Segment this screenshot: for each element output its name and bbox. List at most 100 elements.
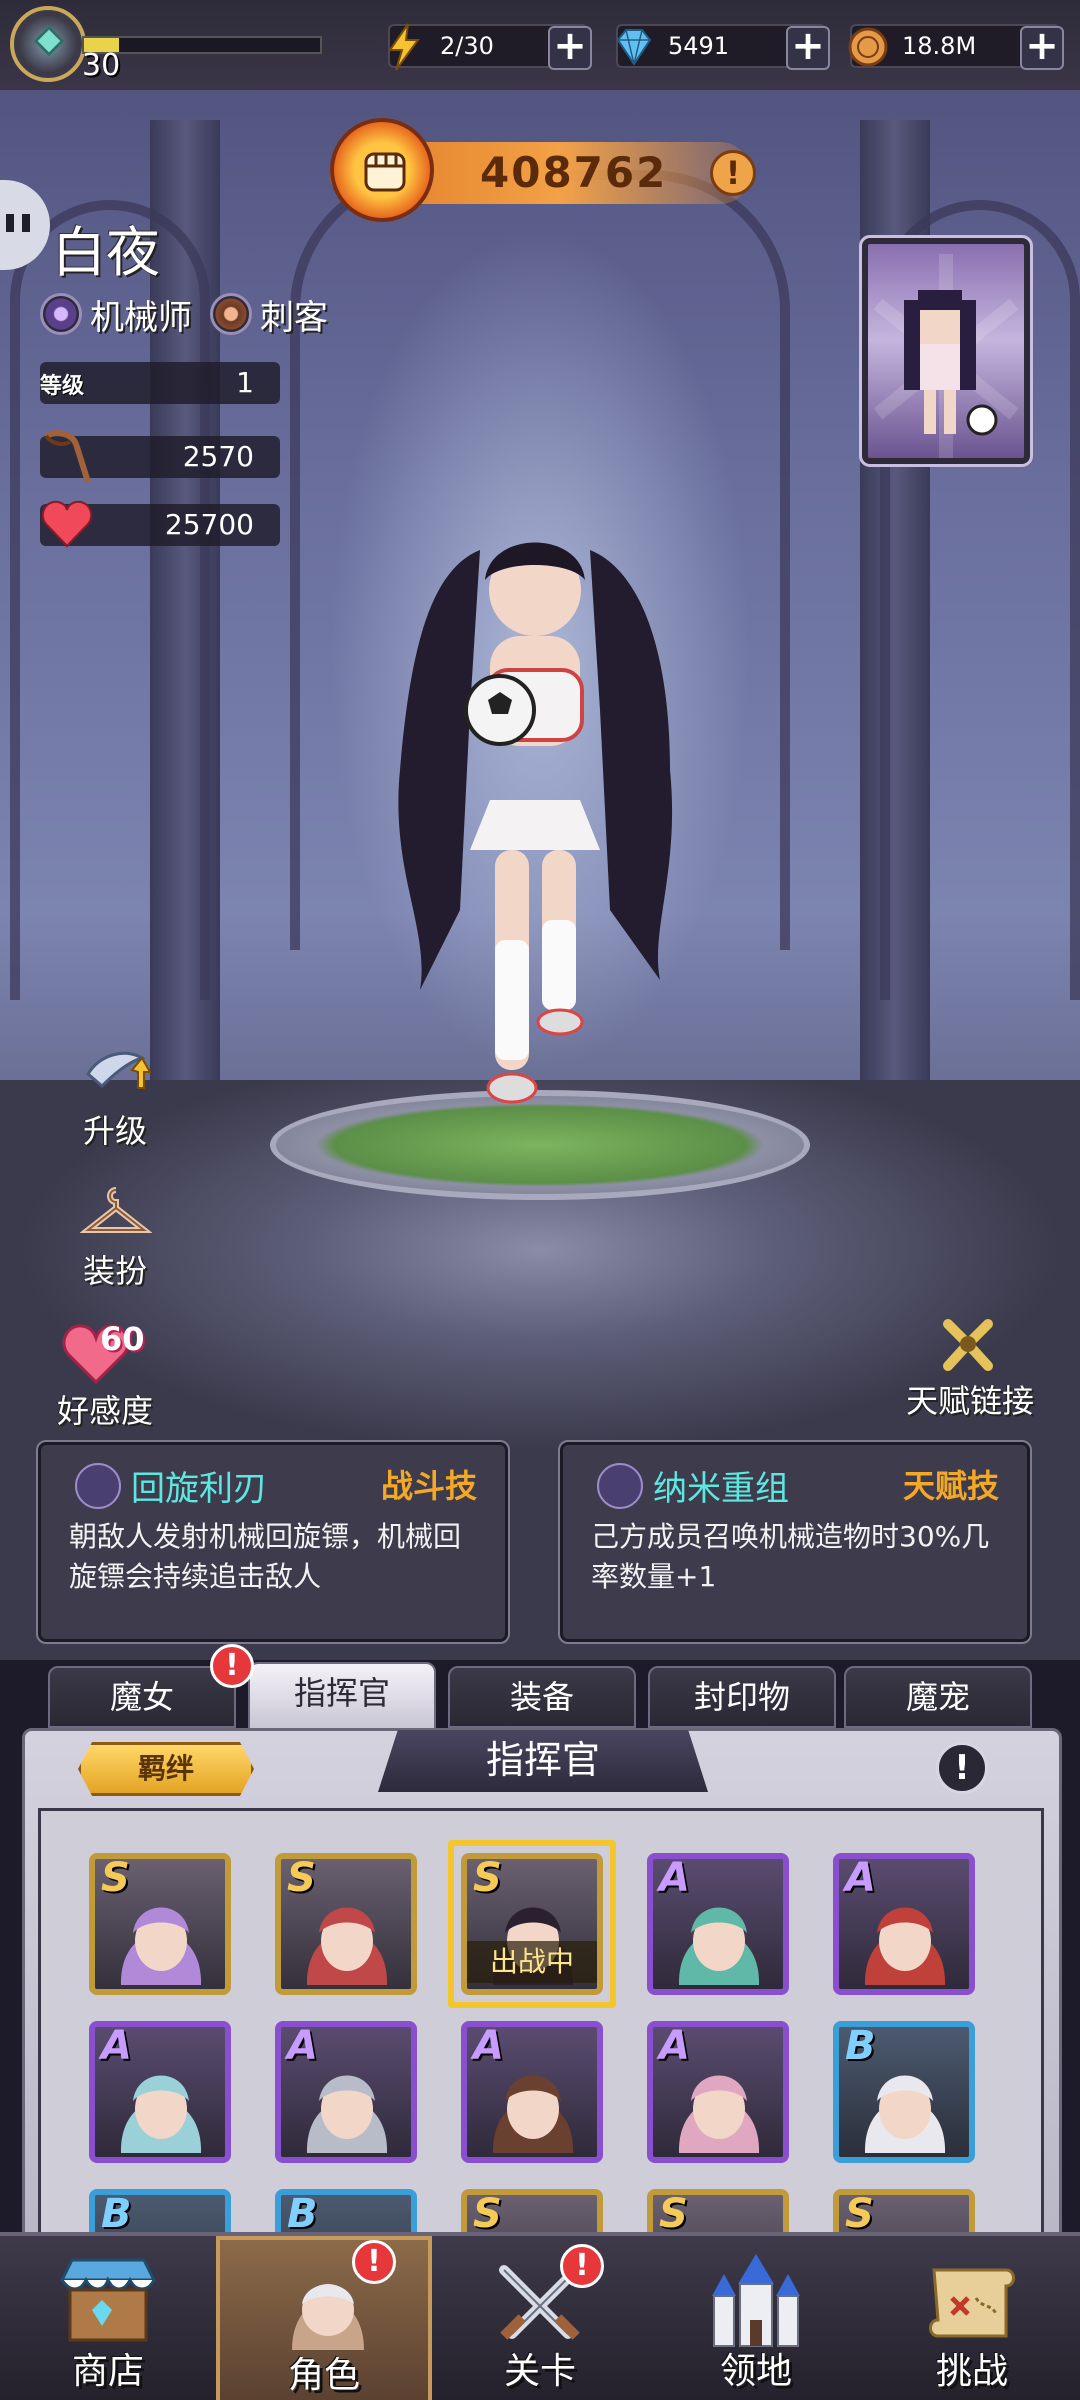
tab-pets[interactable]: 魔宠: [844, 1666, 1032, 1728]
upgrade-label: 升级: [82, 1112, 147, 1150]
hp-value: 25700: [164, 508, 254, 541]
commander-rank: A: [287, 2023, 318, 2069]
heart-icon: [41, 500, 93, 548]
gold-counter: 18.8M +: [848, 24, 1064, 70]
character-art[interactable]: [370, 510, 700, 1150]
commander-rank: A: [101, 2023, 132, 2069]
energy-counter: 2/30 +: [388, 23, 592, 71]
skill-type: 天赋技: [902, 1467, 999, 1505]
energy-value: 2/30: [440, 32, 494, 60]
upgrade-button[interactable]: 升级: [50, 1040, 180, 1160]
add-gems-button[interactable]: +: [786, 26, 830, 70]
category-tabs: 魔女 指挥官 装备 封印物 魔宠: [48, 1662, 1038, 1730]
commander-card[interactable]: A: [461, 2021, 603, 2163]
tab-equipment[interactable]: 装备: [448, 1666, 636, 1728]
add-gold-button[interactable]: +: [1020, 26, 1064, 70]
nav-shop-label: 商店: [71, 2351, 144, 2392]
bottom-navigation: 商店 角色 关卡 领地 挑战: [0, 2232, 1080, 2400]
nav-stages-label: 关卡: [503, 2351, 576, 2392]
dress-button[interactable]: 装扮: [50, 1180, 180, 1300]
commander-card[interactable]: A: [833, 1853, 975, 1995]
level-label: 等级: [40, 374, 85, 399]
class-tag-label: 刺客: [260, 297, 328, 338]
power-info-button[interactable]: !: [710, 150, 756, 196]
level-value: 1: [236, 366, 254, 399]
commander-rank: S: [287, 1855, 316, 1901]
wing-upgrade-icon: [86, 1051, 152, 1089]
talent-link-label: 天赋链接: [905, 1382, 1034, 1420]
commander-grid: S S S 出战中 A A A A A A B B B S S S: [38, 1808, 1044, 2248]
gem-icon: [616, 29, 652, 66]
commander-card[interactable]: A: [89, 2021, 231, 2163]
hanger-icon: [80, 1187, 152, 1233]
class-tag-mechanic: 机械师: [40, 290, 192, 338]
affection-value: 60: [100, 1320, 145, 1358]
nav-stages-alert-badge: !: [560, 2244, 604, 2288]
commander-card[interactable]: S: [275, 1853, 417, 1995]
character-pixel-portrait[interactable]: [859, 235, 1033, 467]
stat-hp: 25700: [40, 500, 280, 548]
tab-witch-alert-badge: !: [210, 1644, 254, 1688]
talent-link-button[interactable]: 天赋链接: [880, 1310, 1060, 1430]
nav-challenge-label: 挑战: [935, 2351, 1008, 2392]
combat-power-value: 408762: [480, 148, 668, 197]
nav-character[interactable]: 角色: [216, 2236, 432, 2400]
commander-rank: A: [473, 2023, 504, 2069]
nav-character-label: 角色: [287, 2355, 360, 2396]
bond-button[interactable]: 羁绊: [78, 1742, 254, 1796]
skill-card-talent[interactable]: 纳米重组 天赋技 己方成员召唤机械造物时30%几率数量+1: [558, 1440, 1032, 1644]
player-level-emblem[interactable]: [10, 6, 86, 82]
staff-icon: [44, 430, 91, 483]
commander-rank: B: [101, 2191, 132, 2237]
skill-description: 朝敌人发射机械回旋镖，机械回旋镖会持续追击敌人: [69, 1520, 462, 1593]
top-resource-bar: 30 2/30 + 5491 + 18.8M +: [0, 0, 1080, 90]
attack-value: 2570: [182, 440, 254, 473]
shop-icon: [59, 2258, 157, 2342]
add-energy-button[interactable]: +: [548, 26, 592, 70]
commander-card[interactable]: S 出战中: [461, 1853, 603, 1995]
commander-rank: S: [659, 2191, 688, 2237]
castle-icon: [712, 2254, 800, 2347]
affection-label: 好感度: [56, 1392, 153, 1430]
commander-rank: S: [473, 1855, 502, 1901]
skill-card-combat[interactable]: 回旋利刃 战斗技 朝敌人发射机械回旋镖，机械回旋镖会持续追击敌人: [36, 1440, 510, 1644]
tab-witch[interactable]: 魔女: [48, 1666, 236, 1728]
player-level: 30: [82, 48, 121, 83]
commander-rank: A: [845, 1855, 876, 1901]
lotus-skill-icon: [597, 1463, 643, 1509]
nav-challenge[interactable]: 挑战: [864, 2236, 1080, 2400]
skill-name: 纳米重组: [653, 1469, 789, 1509]
panel-title: 指挥官: [378, 1730, 708, 1792]
panel-info-button[interactable]: !: [936, 1742, 988, 1794]
commander-card[interactable]: B: [833, 2021, 975, 2163]
nav-shop[interactable]: 商店: [0, 2236, 216, 2400]
commander-card[interactable]: A: [275, 2021, 417, 2163]
coin-icon: [848, 27, 888, 67]
commander-rank: B: [287, 2191, 318, 2237]
chain-link-icon: [943, 1319, 993, 1371]
commander-rank: B: [845, 2023, 876, 2069]
commander-rank: S: [101, 1855, 130, 1901]
tab-commander[interactable]: 指挥官: [248, 1662, 436, 1730]
nav-stages[interactable]: 关卡: [432, 2236, 648, 2400]
stat-level: 等级 1: [40, 362, 280, 404]
gold-value: 18.8M: [902, 32, 977, 60]
deployed-label: 出战中: [467, 1941, 597, 1983]
commander-rank: S: [845, 2191, 874, 2237]
swirl-icon: [210, 293, 252, 335]
nav-territory-label: 领地: [719, 2351, 792, 2392]
commander-card[interactable]: A: [647, 1853, 789, 1995]
nav-territory[interactable]: 领地: [648, 2236, 864, 2400]
fist-icon: [330, 118, 434, 222]
commander-card[interactable]: S: [89, 1853, 231, 1995]
tab-seals[interactable]: 封印物: [648, 1666, 836, 1728]
class-tag-label: 机械师: [90, 297, 192, 338]
blade-skill-icon: [75, 1463, 121, 1509]
skill-description: 己方成员召唤机械造物时30%几率数量+1: [591, 1520, 990, 1593]
commander-card[interactable]: A: [647, 2021, 789, 2163]
stat-attack: 2570: [40, 430, 280, 483]
character-name: 白夜: [52, 221, 160, 284]
commander-rank: A: [659, 2023, 690, 2069]
skill-name: 回旋利刃: [131, 1469, 267, 1509]
class-tag-assassin: 刺客: [210, 290, 328, 338]
